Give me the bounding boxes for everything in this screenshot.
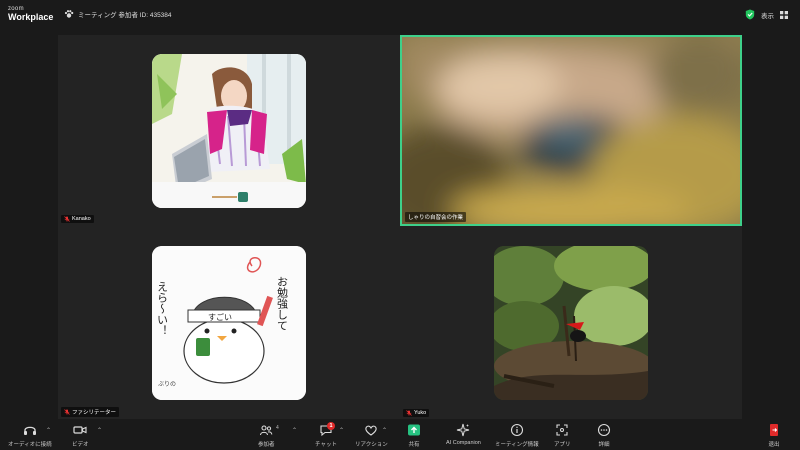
audio-options-caret[interactable]: ⌃ [46, 427, 51, 434]
doodle-text-right: お勉強して [276, 276, 289, 331]
mic-muted-icon [406, 410, 412, 416]
sparkle-icon [457, 423, 470, 437]
mic-muted-icon [64, 409, 70, 415]
avatar: すごい お勉強して えら〜い！ ぶりの [152, 246, 306, 400]
penguin-doodle-illustration: すごい お勉強して えら〜い！ ぶりの [152, 246, 306, 400]
zoom-logo: zoom Workplace [8, 6, 54, 22]
share-button[interactable]: 共有 [407, 423, 421, 448]
paw-icon [64, 10, 74, 18]
apps-button[interactable]: アプリ [554, 423, 571, 448]
participants-options-caret[interactable]: ⌃ [292, 427, 297, 434]
chat-options-caret[interactable]: ⌃ [339, 427, 344, 434]
video-button[interactable]: ビデオ [72, 423, 89, 448]
leave-icon [770, 424, 778, 436]
video-tile-facilitator[interactable]: すごい お勉強して えら〜い！ ぶりの ファシリテーター [58, 227, 398, 419]
participant-name-badge: Yuko [403, 409, 430, 417]
video-gallery: Kanako しゃりの自習会の作業 すごい お勉強して えら〜い！ ぶりの ファ… [58, 35, 742, 419]
more-button[interactable]: 詳細 [597, 423, 611, 448]
participant-name-badge: しゃりの自習会の作業 [405, 212, 467, 222]
ai-companion-button[interactable]: AI Companion [446, 423, 481, 446]
apps-icon [556, 424, 568, 436]
video-tile-kanako[interactable]: Kanako [58, 35, 398, 225]
blurred-video-feed [402, 37, 740, 224]
participant-name-badge: Kanako [61, 215, 94, 223]
meeting-info-button[interactable]: ミーティング情報 [495, 423, 539, 448]
reactions-options-caret[interactable]: ⌃ [382, 427, 387, 434]
view-label: 表示 [761, 12, 774, 20]
signature: ぶりの [158, 381, 176, 388]
participants-icon [260, 425, 273, 436]
meeting-toolbar: オーディオに接続 ⌃ ビデオ ⌃ 参加者 4 ⌃ チャット 1 ⌃ リアクション… [0, 420, 800, 450]
woman-at-laptop-illustration [152, 54, 306, 208]
grid-view-icon [780, 10, 788, 19]
avatar [152, 54, 306, 208]
forest-bird-photo [494, 246, 648, 400]
participants-count: 4 [276, 425, 279, 431]
participant-name-badge: ファシリテーター [61, 407, 120, 417]
more-dots-icon [597, 423, 611, 437]
security-shield-icon [745, 9, 755, 20]
video-tile-yuko[interactable]: Yuko [400, 227, 742, 419]
title-bar: zoom Workplace ミーティング 参加者 ID: 435384 表示 [0, 0, 800, 30]
video-camera-icon [73, 426, 87, 434]
meeting-id-text: ミーティング 参加者 ID: 435384 [78, 12, 172, 19]
share-screen-icon [408, 424, 420, 436]
headband-text: すごい [208, 312, 232, 322]
video-tile-active-speaker[interactable]: しゃりの自習会の作業 [400, 35, 742, 226]
info-icon [510, 423, 523, 437]
participants-button[interactable]: 参加者 [258, 423, 275, 448]
mic-muted-icon [64, 216, 70, 222]
chat-unread-badge: 1 [327, 422, 335, 430]
view-button[interactable]: 表示 [745, 9, 788, 20]
heart-icon [365, 425, 378, 436]
avatar [494, 246, 648, 400]
leave-button[interactable]: 退出 [767, 423, 781, 448]
doodle-text-left: えら〜い！ [156, 281, 169, 336]
headphones-icon [23, 426, 36, 435]
meeting-info[interactable]: ミーティング 参加者 ID: 435384 [64, 9, 172, 19]
video-options-caret[interactable]: ⌃ [97, 427, 102, 434]
